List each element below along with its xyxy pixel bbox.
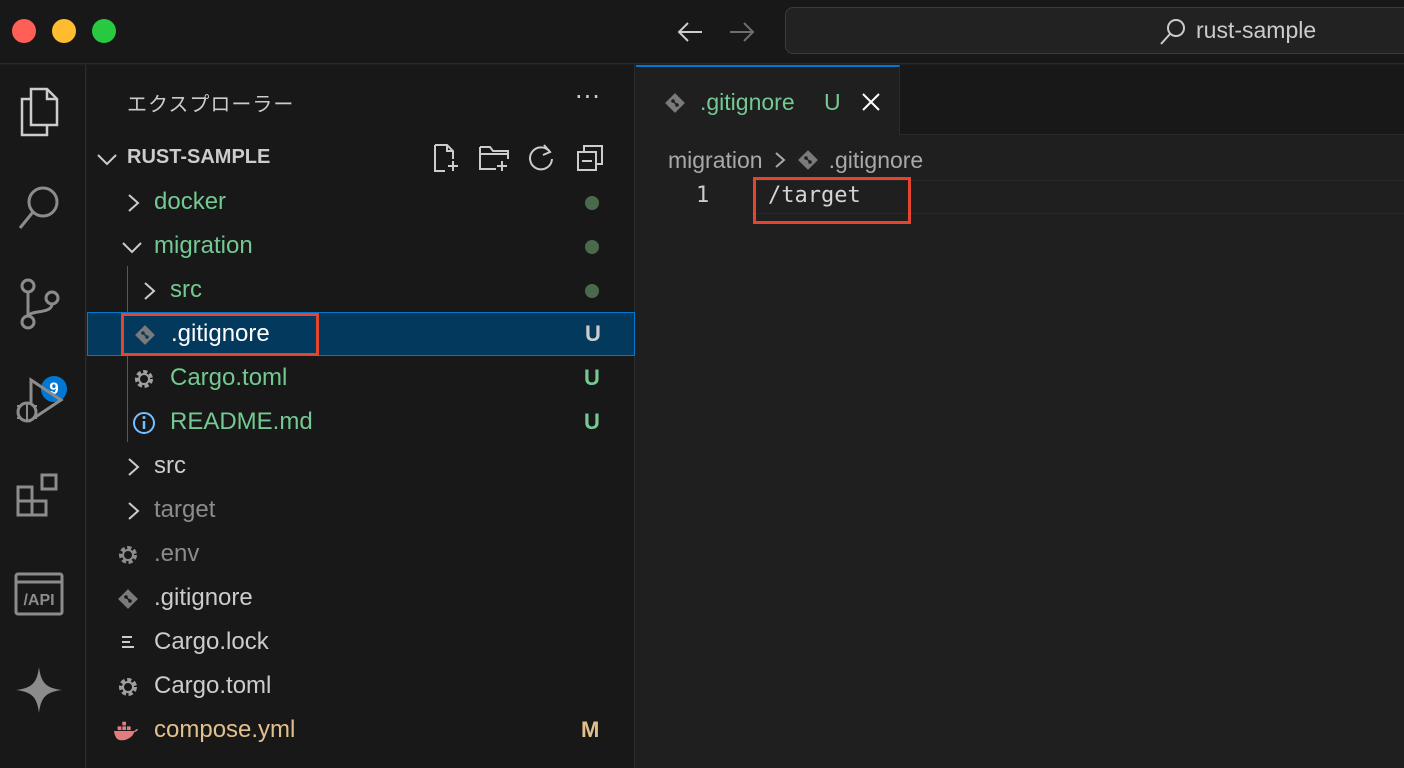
git-status-untracked: U — [584, 409, 600, 434]
tree-item-label: Cargo.toml — [154, 672, 272, 699]
workspace-section-header[interactable]: RUST-SAMPLE — [87, 141, 635, 177]
git-status-modified: M — [581, 717, 600, 742]
tree-item-env[interactable]: .env — [87, 533, 635, 577]
tree-item-label: compose.yml — [154, 716, 296, 743]
chevron-right-icon — [123, 499, 143, 527]
tree-item-cargo-toml[interactable]: Cargo.toml — [87, 665, 635, 709]
git-status-dot — [585, 284, 599, 298]
chevron-right-icon — [123, 191, 143, 219]
gear-icon — [115, 674, 141, 700]
tree-item-label: Cargo.lock — [154, 628, 269, 655]
back-arrow-icon[interactable] — [674, 16, 706, 48]
window-minimize-button[interactable] — [52, 19, 76, 43]
collapse-all-icon[interactable] — [573, 141, 607, 175]
api-icon[interactable]: /API — [10, 565, 68, 623]
tree-item-migration-gitignore[interactable]: .gitignore U — [87, 312, 635, 356]
sparkle-icon[interactable] — [10, 661, 68, 719]
tree-item-migration-readme[interactable]: README.md U — [87, 401, 635, 445]
code-line-text[interactable]: /target — [768, 183, 861, 208]
workspace-name: RUST-SAMPLE — [127, 146, 271, 168]
tab-bar: .gitignore U — [636, 65, 1404, 135]
gear-icon — [131, 366, 157, 392]
breadcrumb-file[interactable]: .gitignore — [829, 147, 924, 174]
git-file-icon — [797, 149, 819, 171]
search-icon[interactable] — [10, 179, 68, 237]
title-bar: rust-sample — [0, 0, 1404, 64]
tree-item-label: migration — [154, 232, 253, 259]
command-center-search[interactable]: rust-sample — [785, 7, 1404, 54]
git-file-icon — [664, 92, 686, 118]
chevron-right-icon — [123, 455, 143, 483]
explorer-sidebar: エクスプローラー ··· RUST-SAMPLE docker migratio… — [87, 65, 635, 768]
tree-item-compose-yml[interactable]: compose.yml M — [87, 709, 635, 753]
tab-git-status: U — [824, 89, 841, 115]
tree-item-label: .gitignore — [154, 584, 253, 611]
window-close-button[interactable] — [12, 19, 36, 43]
new-folder-icon[interactable] — [477, 141, 511, 175]
explorer-title: エクスプローラー — [127, 92, 295, 116]
gear-icon — [115, 542, 141, 568]
chevron-right-icon — [773, 149, 787, 171]
run-debug-icon[interactable] — [10, 371, 68, 429]
tree-item-label: src — [170, 276, 202, 303]
tree-item-label: src — [154, 452, 186, 479]
tab-label: .gitignore — [700, 89, 795, 115]
text-lines-icon — [115, 630, 141, 656]
activity-bar: 9 /API — [0, 65, 86, 768]
explorer-icon[interactable] — [10, 83, 68, 141]
forward-arrow-icon[interactable] — [726, 16, 758, 48]
tree-item-label: target — [154, 496, 216, 523]
info-icon — [131, 410, 157, 436]
tree-item-label: README.md — [170, 408, 313, 435]
tree-item-docker[interactable]: docker — [87, 181, 635, 225]
breadcrumb-folder[interactable]: migration — [668, 147, 763, 174]
chevron-down-icon — [95, 147, 119, 175]
new-file-icon[interactable] — [429, 141, 463, 175]
tree-item-migration-cargo-toml[interactable]: Cargo.toml U — [87, 357, 635, 401]
line-number: 1 — [696, 183, 710, 208]
more-actions-icon[interactable]: ··· — [575, 83, 601, 111]
close-icon[interactable] — [858, 89, 884, 115]
git-status-untracked: U — [585, 321, 601, 346]
git-status-dot — [585, 240, 599, 254]
tree-item-label: docker — [154, 188, 227, 215]
tree-item-cargo-lock[interactable]: Cargo.lock — [87, 621, 635, 665]
chevron-right-icon — [139, 279, 159, 307]
chevron-down-icon — [120, 235, 144, 263]
tree-item-label: .gitignore — [171, 320, 270, 347]
tree-item-target[interactable]: target — [87, 489, 635, 533]
tree-item-gitignore[interactable]: .gitignore — [87, 577, 635, 621]
search-icon — [1158, 18, 1188, 46]
tree-item-migration[interactable]: migration — [87, 225, 635, 269]
window-zoom-button[interactable] — [92, 19, 116, 43]
git-file-icon — [132, 322, 158, 348]
api-icon-label: /API — [23, 592, 54, 609]
command-center-text: rust-sample — [1196, 17, 1317, 43]
tree-item-label: Cargo.toml — [170, 364, 288, 391]
tree-item-label: .env — [154, 540, 200, 567]
editor-area: .gitignore U migration .gitignore 1 /tar… — [636, 65, 1404, 768]
git-status-dot — [585, 196, 599, 210]
refresh-icon[interactable] — [524, 141, 558, 175]
git-file-icon — [115, 586, 141, 612]
docker-whale-icon — [113, 718, 139, 744]
git-status-untracked: U — [584, 365, 600, 390]
tree-item-src[interactable]: src — [87, 445, 635, 489]
breadcrumb: migration .gitignore — [668, 145, 923, 175]
source-control-icon[interactable] — [10, 275, 68, 333]
extensions-icon[interactable] — [10, 467, 68, 525]
tab-gitignore[interactable]: .gitignore U — [636, 65, 900, 135]
tree-item-migration-src[interactable]: src — [87, 269, 635, 313]
